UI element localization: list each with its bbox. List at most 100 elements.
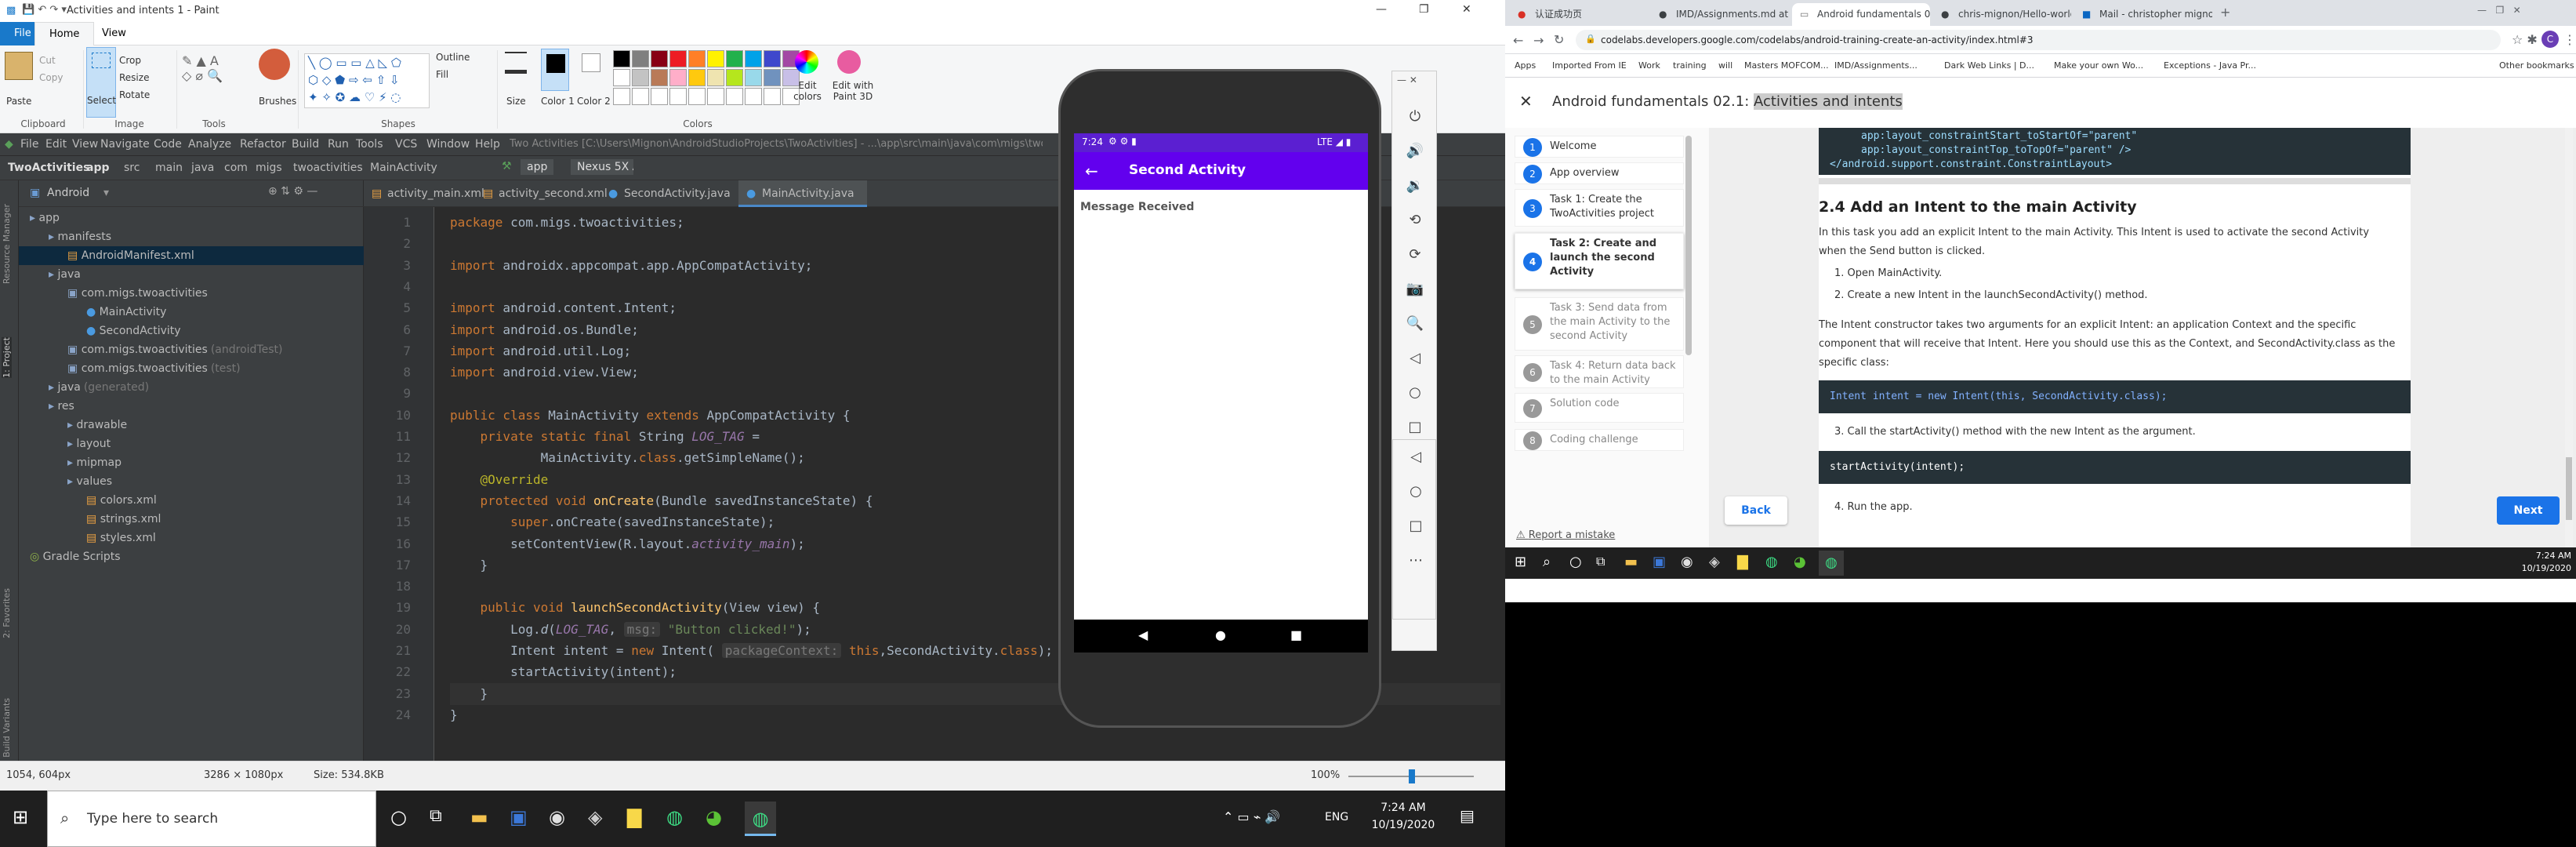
menu-refactor[interactable]: Refactor: [240, 138, 286, 151]
palette-swatch[interactable]: [764, 69, 781, 86]
paste-icon[interactable]: [5, 52, 33, 80]
palette-swatch[interactable]: [707, 50, 724, 67]
palette-swatch-empty[interactable]: [764, 88, 781, 105]
nav-recents-icon[interactable]: ■: [1290, 627, 1302, 642]
step-item-7[interactable]: 7 Solution code: [1515, 393, 1684, 423]
forward-nav-icon[interactable]: →: [1533, 33, 1544, 48]
menu-tools[interactable]: Tools: [356, 138, 383, 151]
shapes-gallery[interactable]: ╲ ◯ ▭ ▭ △ ◺ ⬠ ⬡ ◇ ⬟ ⇨ ⇦ ⇧ ⇩ ✦ ✧ ✪ ☁ ♡ ⚡ ◌: [304, 53, 430, 108]
project-tree-item[interactable]: ▸ layout: [19, 434, 364, 453]
chevron-down-icon[interactable]: ▾: [103, 187, 109, 199]
code-line[interactable]: startActivity(intent);: [450, 661, 677, 683]
code-line[interactable]: protected void onCreate(Bundle savedInst…: [450, 490, 873, 512]
project-tree-item[interactable]: ▤ strings.xml: [19, 510, 364, 529]
project-tree-item[interactable]: ▤ AndroidManifest.xml: [19, 246, 364, 265]
overview-icon[interactable]: □: [1406, 517, 1425, 536]
code-line[interactable]: setContentView(R.layout.activity_main);: [450, 533, 805, 555]
chrome-icon[interactable]: ◉: [1681, 554, 1693, 570]
breadcrumb-com[interactable]: com: [224, 162, 248, 174]
brushes-button[interactable]: Brushes: [259, 96, 296, 107]
palette-swatch-empty[interactable]: [745, 88, 762, 105]
palette-swatch[interactable]: [726, 50, 743, 67]
bookmark-apps[interactable]: Apps: [1515, 60, 1536, 71]
back-arrow-icon[interactable]: ←: [1085, 162, 1098, 180]
resource-manager-tab[interactable]: Resource Manager: [2, 204, 12, 284]
palette-swatch[interactable]: [688, 50, 706, 67]
browser-tab[interactable]: ● 认证成功页: [1510, 3, 1648, 26]
project-toolbar-icons[interactable]: ⊕ ⇅ ⚙ —: [268, 185, 317, 198]
close-codelab-icon[interactable]: ✕: [1519, 92, 1533, 111]
palette-swatch[interactable]: [632, 69, 649, 86]
code-line[interactable]: MainActivity.class.getSimpleName();: [450, 447, 805, 469]
language-indicator[interactable]: ENG: [1325, 811, 1348, 823]
taskbar-time[interactable]: 7:24 AM: [1368, 802, 1439, 814]
paint-taskbar-icon[interactable]: ◍: [745, 802, 776, 836]
tab-activity-main-xml[interactable]: ▤ activity_main.xml: [364, 180, 484, 207]
menu-analyze[interactable]: Analyze: [188, 138, 231, 151]
project-tree-item[interactable]: ▣ com.migs.twoactivities (test): [19, 359, 364, 378]
palette-swatch[interactable]: [764, 50, 781, 67]
code-line[interactable]: @Override: [450, 469, 549, 491]
bookmark-item[interactable]: Work: [1638, 60, 1660, 71]
palette-swatch[interactable]: [669, 69, 687, 86]
menu-window[interactable]: Window: [426, 138, 470, 151]
cortana-icon[interactable]: ○: [390, 806, 407, 828]
palette-swatch[interactable]: [613, 50, 630, 67]
palette-swatch[interactable]: [651, 69, 668, 86]
code-line[interactable]: import android.view.View;: [450, 362, 639, 384]
search-icon[interactable]: ⌕: [1543, 554, 1551, 570]
step-item-5[interactable]: 5 Task 3: Send data from the main Activit…: [1515, 297, 1684, 351]
emulator-screen[interactable]: 7:24 ⚙ ⚙ ▮ LTE ◢ ▮ ← Second Activity Mes…: [1074, 133, 1368, 645]
palette-swatch-empty[interactable]: [726, 88, 743, 105]
code-line[interactable]: public void launchSecondActivity(View vi…: [450, 597, 821, 619]
quick-access-icons[interactable]: 💾 ↶ ↷ ▾: [22, 4, 67, 16]
bookmark-item[interactable]: IMD/Assignments...: [1834, 60, 1917, 71]
more-icon[interactable]: ⋯: [1406, 551, 1425, 570]
code-line[interactable]: import android.content.Intent;: [450, 297, 677, 319]
view-tab[interactable]: View: [88, 22, 140, 45]
project-tree-item[interactable]: ● SecondActivity: [19, 322, 364, 340]
palette-swatch-empty[interactable]: [651, 88, 668, 105]
rotate-right-icon[interactable]: ⟳: [1406, 245, 1424, 264]
file-explorer-icon[interactable]: ▬: [1624, 554, 1638, 570]
back-button[interactable]: Back: [1725, 496, 1787, 525]
wechat-icon[interactable]: ◕: [706, 806, 722, 828]
code-line[interactable]: Intent intent = new Intent( packageConte…: [450, 640, 1053, 662]
browser-tab[interactable]: ● IMD/Assignments.md at master: [1651, 3, 1789, 26]
step-item-2[interactable]: 2 App overview: [1515, 162, 1684, 184]
menu-view[interactable]: View: [72, 138, 98, 151]
bookmark-item[interactable]: Dark Web Links | D...: [1944, 60, 2034, 71]
home-icon[interactable]: ○: [1406, 482, 1425, 501]
content-scrollbar-thumb[interactable]: [2566, 457, 2572, 520]
android-studio-icon[interactable]: ◍: [1765, 554, 1778, 570]
project-tree-item[interactable]: ▤ styles.xml: [19, 529, 364, 547]
extensions-icons[interactable]: ☆ ✱: [2512, 32, 2538, 47]
file-explorer-icon[interactable]: ▬: [470, 806, 488, 828]
outline-button[interactable]: Outline: [436, 52, 470, 63]
tools-icons[interactable]: ✎ ▲ A ◇ ⌀ 🔍: [182, 53, 223, 83]
project-tree-item[interactable]: ▸ drawable: [19, 416, 364, 434]
copy-button[interactable]: Copy: [39, 72, 63, 83]
hammer-icon[interactable]: ⚒: [502, 160, 512, 173]
app-icon[interactable]: ▣: [1653, 554, 1666, 570]
app-icon[interactable]: ◈: [588, 806, 602, 828]
device-select[interactable]: Nexus 5X API 28: [571, 159, 633, 175]
overview-icon[interactable]: □: [1406, 418, 1424, 437]
menu-vcs[interactable]: VCS: [395, 138, 417, 151]
nav-home-icon[interactable]: ●: [1215, 627, 1226, 642]
notification-icon[interactable]: ▤: [1460, 806, 1475, 825]
tab-secondactivity-java[interactable]: ● SecondActivity.java: [600, 180, 735, 207]
power-icon[interactable]: ⏻: [1406, 107, 1424, 126]
breadcrumb-src[interactable]: src: [124, 162, 140, 174]
report-mistake-link[interactable]: ⚠ Report a mistake: [1516, 529, 1615, 541]
bookmark-item[interactable]: Exceptions - Java Pr...: [2164, 60, 2256, 71]
code-line[interactable]: Log.d(LOG_TAG, msg: "Button clicked!");: [450, 619, 811, 641]
minimize-button[interactable]: —: [1376, 3, 1387, 16]
project-tree-item[interactable]: ● MainActivity: [19, 303, 364, 322]
home-tab[interactable]: Home: [34, 22, 95, 45]
chrome-icon[interactable]: ◉: [549, 806, 565, 828]
step-item-1[interactable]: 1 Welcome: [1515, 136, 1684, 158]
size-button[interactable]: Size: [506, 96, 526, 107]
project-tree-item[interactable]: ◎ Gradle Scripts: [19, 547, 364, 566]
breadcrumb-main[interactable]: main: [155, 162, 183, 174]
